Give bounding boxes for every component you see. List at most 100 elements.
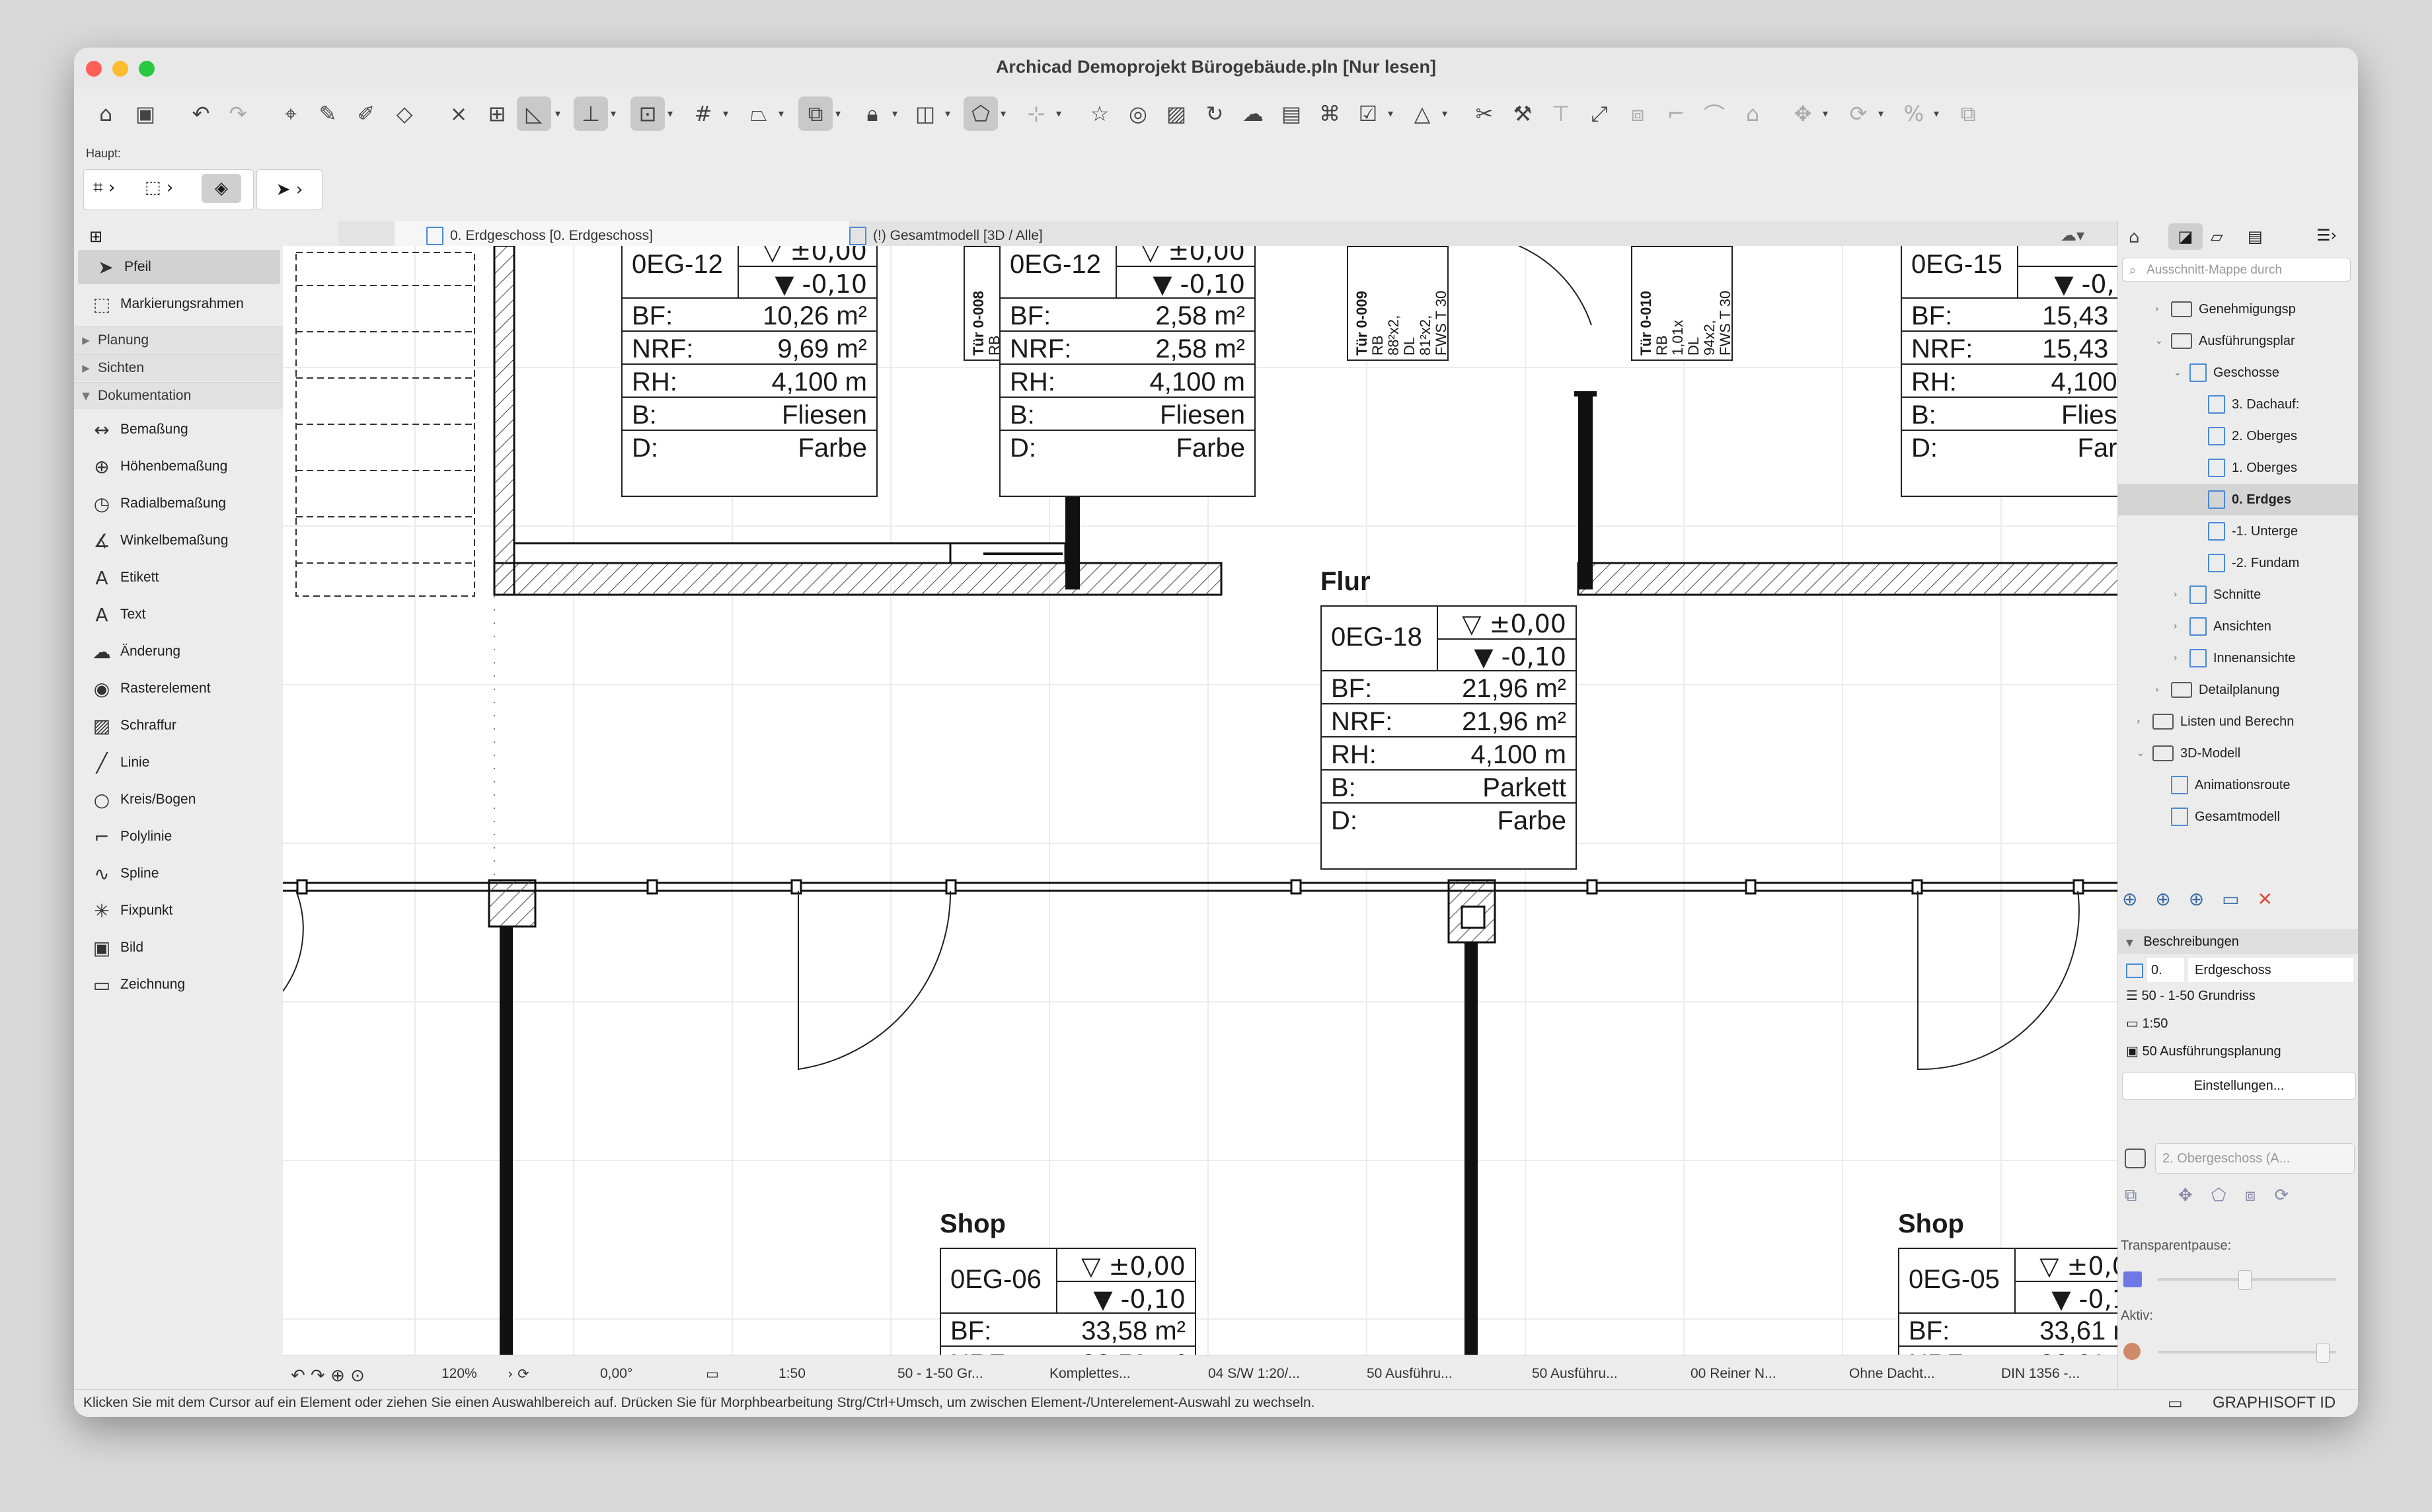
- navigator-item[interactable]: Animationsroute: [2118, 769, 2358, 801]
- chevron-icon[interactable]: ›: [2174, 653, 2189, 663]
- layer-combo[interactable]: 50 - 1-50 Gr...: [897, 1366, 983, 1382]
- project-map-icon[interactable]: ⌂: [2129, 227, 2140, 247]
- measure-icon[interactable]: ⊞: [480, 96, 514, 131]
- tool-fill[interactable]: ▨ Schraffur: [74, 708, 283, 743]
- chevron-down-icon[interactable]: ▾: [1878, 107, 1883, 120]
- tab-options-icon[interactable]: ☁▾: [2061, 226, 2084, 245]
- ghost-mirror-icon[interactable]: ⧈: [2245, 1186, 2256, 1205]
- tool-spline[interactable]: ∿ Spline: [74, 856, 283, 891]
- ghost-story-select[interactable]: 2. Obergeschoss (A...: [2155, 1143, 2355, 1174]
- new-folder-icon[interactable]: ⊕: [2189, 888, 2204, 910]
- navigator-item[interactable]: ⌄ 3D-Modell: [2118, 737, 2358, 769]
- roof-icon[interactable]: ⌂: [1735, 96, 1770, 131]
- navigator-item[interactable]: Gesamtmodell: [2118, 801, 2358, 833]
- chevron-icon[interactable]: ⌄: [2155, 336, 2171, 346]
- chevron-icon[interactable]: ›: [2174, 589, 2189, 600]
- tool-text[interactable]: A Text: [74, 597, 283, 632]
- tool-marquee[interactable]: ⬚ Markierungsrahmen: [74, 287, 283, 321]
- clone-view-icon[interactable]: ⊕: [2155, 888, 2170, 910]
- layout-book-icon[interactable]: ▱: [2211, 227, 2223, 246]
- delete-icon[interactable]: ✕: [2258, 888, 2273, 910]
- arrange-icon[interactable]: ⊹: [1019, 96, 1053, 131]
- navigator-item[interactable]: › Schnitte: [2118, 579, 2358, 611]
- intersect-icon[interactable]: ⊤: [1544, 96, 1578, 131]
- door-marker[interactable]: Tür 0-010 RB 1,01x DL 94x2, FWS T 30: [1631, 246, 1733, 361]
- chevron-down-icon[interactable]: ▾: [667, 107, 673, 120]
- chevron-down-icon[interactable]: ▾: [835, 107, 841, 120]
- adjust-icon[interactable]: ⚒: [1505, 96, 1540, 131]
- tool-arrow[interactable]: ➤ Pfeil: [78, 250, 280, 284]
- tool-radial-dimension[interactable]: ◷ Radialbemaßung: [74, 486, 283, 521]
- find-select-icon[interactable]: ⌖: [274, 96, 308, 131]
- undo-zoom-icon[interactable]: ↶ ↷ ⊕ ⊙: [291, 1366, 365, 1386]
- fillet-icon[interactable]: ⌐: [1659, 96, 1693, 131]
- cloud-icon[interactable]: ☁: [1236, 96, 1270, 131]
- rotated-rectangle-icon[interactable]: ◈: [202, 174, 241, 203]
- navigator-item[interactable]: 3. Dachauf:: [2118, 389, 2358, 420]
- slider-thumb[interactable]: [2316, 1343, 2330, 1363]
- navigator-item[interactable]: › Listen und Berechn: [2118, 706, 2358, 737]
- zoom-arrow-icon[interactable]: › ⟳: [508, 1366, 529, 1382]
- transparency-color[interactable]: [2123, 1271, 2142, 1287]
- suspend-groups-icon[interactable]: ⧉: [798, 96, 833, 131]
- active-color-icon[interactable]: [2123, 1343, 2141, 1360]
- lasso-icon[interactable]: ↻: [1197, 96, 1232, 131]
- zoom-value[interactable]: 120%: [441, 1366, 477, 1382]
- selection-methods[interactable]: ⌗ › ⬚ › ◈: [83, 169, 254, 210]
- publisher-icon[interactable]: ▤: [2248, 227, 2263, 246]
- guide-icon[interactable]: ◺: [517, 96, 551, 131]
- snap-icon[interactable]: ⊥: [574, 96, 608, 131]
- arrow-options[interactable]: ➤ ›: [256, 169, 323, 210]
- floorplan-canvas[interactable]: Tür 0-008RB88²x2,DL81²x2,FWS T 30Tür 0-0…: [283, 246, 2144, 1393]
- new-view-icon[interactable]: ⊕: [2122, 888, 2137, 910]
- percent-icon[interactable]: %: [1897, 96, 1931, 131]
- chevron-down-icon[interactable]: ▾: [1388, 107, 1393, 120]
- tag-icon[interactable]: ⌘: [1312, 96, 1347, 131]
- chevron-down-icon[interactable]: ▾: [1056, 107, 1061, 120]
- renovation-filter[interactable]: 00 Reiner N...: [1691, 1366, 1776, 1382]
- snap-guide-icon[interactable]: ⊡: [630, 96, 665, 131]
- offset-icon[interactable]: ⧈: [1620, 96, 1655, 131]
- scale-value[interactable]: 1:50: [779, 1366, 806, 1382]
- tool-line[interactable]: ╱ Linie: [74, 745, 283, 780]
- menu-icon[interactable]: ☰›: [2316, 226, 2337, 245]
- grid-view-icon[interactable]: ⊞: [78, 227, 114, 246]
- multiply-icon[interactable]: ⧉: [1951, 96, 1985, 131]
- rectangle-method-icon[interactable]: ⬚ ›: [145, 178, 173, 198]
- navigator-item[interactable]: › Ansichten: [2118, 611, 2358, 642]
- tool-angle-dimension[interactable]: ∡ Winkelbemaßung: [74, 523, 283, 558]
- tool-dimension[interactable]: ↔ Bemaßung: [74, 412, 283, 447]
- ghost-refresh-icon[interactable]: ⟳: [2275, 1186, 2289, 1205]
- story-name[interactable]: Erdgeschoss: [2188, 958, 2353, 982]
- tool-label[interactable]: A Etikett: [74, 560, 283, 595]
- model-view-options[interactable]: 50 Ausführu...: [1367, 1366, 1453, 1382]
- window-layout-icon[interactable]: ▭: [2168, 1394, 2183, 1412]
- settings-button[interactable]: Einstellungen...: [2122, 1072, 2356, 1100]
- checklist-icon[interactable]: ☑: [1351, 96, 1385, 131]
- eraser-icon[interactable]: ⬠: [964, 96, 998, 131]
- ghost-move-icon[interactable]: ✥: [2178, 1186, 2193, 1205]
- view-map-icon[interactable]: ◪: [2168, 223, 2203, 250]
- navigator-item[interactable]: › Detailplanung: [2118, 674, 2358, 706]
- navigator-item[interactable]: -2. Fundam: [2118, 547, 2358, 579]
- chevron-down-icon[interactable]: ▾: [892, 107, 897, 120]
- navigator-item[interactable]: ⌄ Geschosse: [2118, 357, 2358, 389]
- resize-icon[interactable]: ⤢: [1582, 96, 1616, 131]
- star-icon[interactable]: ☆: [1083, 96, 1117, 131]
- split-icon[interactable]: ✂: [1467, 96, 1501, 131]
- navigator-item[interactable]: › Innenansichte: [2118, 642, 2358, 674]
- navigator-search-input[interactable]: ⌕ Ausschnitt-Mappe durch: [2122, 258, 2351, 282]
- tool-hotspot[interactable]: ✳ Fixpunkt: [74, 893, 283, 928]
- ghost-rotate-icon[interactable]: ⬠: [2211, 1186, 2226, 1205]
- chevron-down-icon[interactable]: ▾: [611, 107, 616, 120]
- graphic-override[interactable]: 50 Ausführu...: [1532, 1366, 1618, 1382]
- angle-value[interactable]: 0,00°: [600, 1366, 632, 1382]
- plane-icon[interactable]: ⏢: [741, 96, 776, 131]
- zone-stamp[interactable]: 0EG-12 ▽ ±0,00 ▼ -0,10 BF: 10,26 m² NRF: 9,69 …: [621, 246, 878, 497]
- active-slider[interactable]: [2158, 1351, 2336, 1353]
- tool-polyline[interactable]: ⌐ Polylinie: [74, 819, 283, 854]
- story-number[interactable]: 0.: [2147, 958, 2184, 982]
- chevron-down-icon[interactable]: ▾: [779, 107, 784, 120]
- graphisoft-id-link[interactable]: GRAPHISOFT ID: [2213, 1394, 2336, 1412]
- chevron-down-icon[interactable]: ▾: [555, 107, 560, 120]
